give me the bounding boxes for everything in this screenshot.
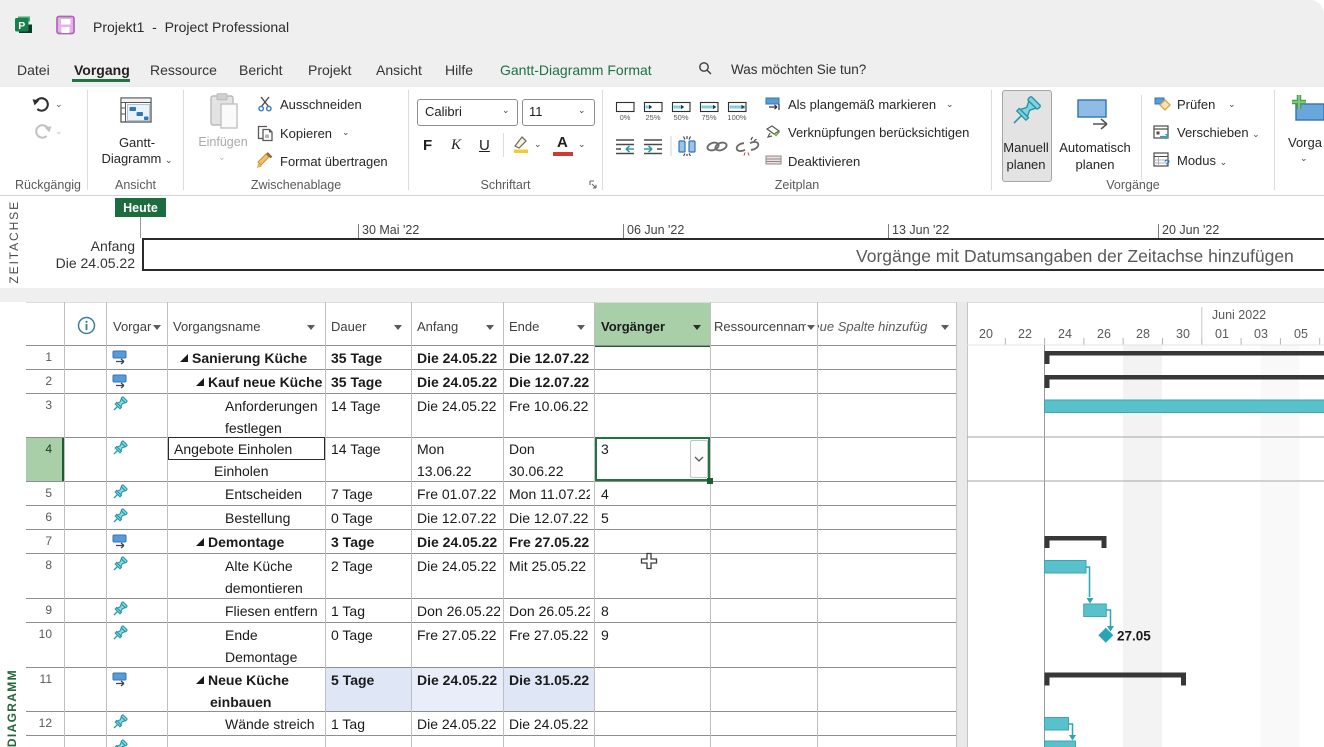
svg-text:27.05: 27.05 [1117,629,1151,644]
